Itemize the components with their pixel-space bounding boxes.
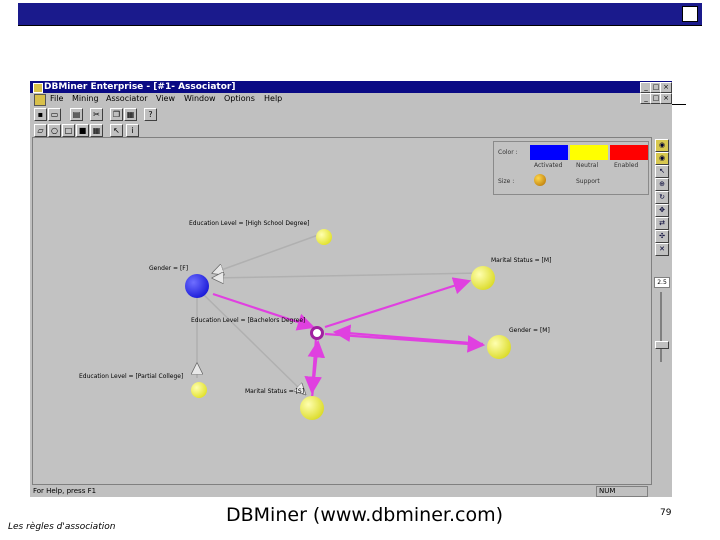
node-label-marital-status-m: Marital Status = [M] bbox=[491, 257, 552, 264]
node-gender-f[interactable] bbox=[185, 274, 209, 298]
dbminer-window: DBMiner Enterprise - [#1- Associator] _ … bbox=[30, 81, 672, 497]
node-label-education-partial-college: Education Level = [Partial College] bbox=[79, 373, 184, 380]
close-button[interactable]: × bbox=[660, 82, 672, 93]
zoom-slider-thumb[interactable] bbox=[655, 341, 669, 349]
zoom-level: 2.5 bbox=[654, 277, 670, 288]
window-titlebar: DBMiner Enterprise - [#1- Associator] _ … bbox=[30, 81, 672, 93]
node-label-education-high-school: Education Level = [High School Degree] bbox=[189, 220, 310, 227]
help-icon[interactable]: ? bbox=[144, 108, 157, 121]
menu-window[interactable]: Window bbox=[184, 93, 216, 105]
node-education-bachelors[interactable] bbox=[310, 326, 324, 340]
rotate-icon[interactable]: ↻ bbox=[655, 191, 669, 204]
slide-divider bbox=[18, 25, 702, 26]
slide-title-bar bbox=[18, 3, 702, 25]
right-toolbar: ◉ ◉ ↖ ⊕ ↻ ✥ ⇄ ✣ ✕ 2.5 bbox=[652, 137, 670, 483]
node-marital-status-s[interactable] bbox=[300, 396, 324, 420]
doc-close-button[interactable]: × bbox=[660, 93, 672, 104]
node-gender-m[interactable] bbox=[487, 335, 511, 359]
menu-file[interactable]: File bbox=[50, 93, 63, 105]
grid-icon[interactable]: ▦ bbox=[90, 124, 103, 137]
node-education-partial-college[interactable] bbox=[191, 382, 207, 398]
menu-options[interactable]: Options bbox=[224, 93, 255, 105]
graph-legend: Color : Activated Neutral Enabled Size :… bbox=[493, 141, 649, 195]
legend-size-label: Size : bbox=[498, 178, 515, 185]
num-lock-indicator: NUM bbox=[596, 486, 648, 497]
context-help-icon[interactable]: ↖ bbox=[110, 124, 123, 137]
slide-footer-left: Les règles d'association bbox=[8, 522, 116, 532]
status-bar: For Help, press F1 NUM bbox=[30, 485, 672, 497]
print-icon[interactable]: ▭ bbox=[48, 108, 61, 121]
slide-corner-box bbox=[682, 6, 698, 22]
legend-neutral-swatch bbox=[570, 145, 608, 160]
zoom-in-icon[interactable]: ⊕ bbox=[655, 178, 669, 191]
legend-activated-swatch bbox=[530, 145, 568, 160]
node-label-marital-status-s: Marital Status = [S] bbox=[245, 388, 305, 395]
slide-side-line bbox=[672, 104, 686, 105]
association-graph-canvas[interactable]: Color : Activated Neutral Enabled Size :… bbox=[32, 137, 652, 485]
node-marital-status-m[interactable] bbox=[471, 266, 495, 290]
color-icon[interactable]: ■ bbox=[76, 124, 89, 137]
menu-mining[interactable]: Mining bbox=[72, 93, 99, 105]
info-icon[interactable]: i bbox=[126, 124, 139, 137]
menu-bar: File Mining Associator View Window Optio… bbox=[30, 93, 672, 106]
main-toolbar: ▪ ▭ ▤ ✂ ❐ ▦ ? bbox=[30, 107, 672, 121]
node-education-high-school[interactable] bbox=[316, 229, 332, 245]
node-label-gender-m: Gender = [M] bbox=[509, 327, 550, 334]
cut-icon[interactable]: ✂ bbox=[90, 108, 103, 121]
refresh-icon[interactable]: ○ bbox=[48, 124, 61, 137]
pointer-tool-icon[interactable]: ↖ bbox=[655, 165, 669, 178]
arrange-icon[interactable]: ⇄ bbox=[655, 217, 669, 230]
move-icon[interactable]: ✥ bbox=[655, 204, 669, 217]
window-title: DBMiner Enterprise - [#1- Associator] bbox=[44, 82, 236, 92]
edge-tool-icon[interactable]: ◉ bbox=[655, 152, 669, 165]
frame-icon[interactable]: □ bbox=[62, 124, 75, 137]
node-label-gender-f: Gender = [F] bbox=[149, 265, 189, 272]
save-icon[interactable]: ▪ bbox=[34, 108, 47, 121]
legend-support-label: Support bbox=[576, 178, 600, 185]
copy-icon[interactable]: ❐ bbox=[110, 108, 123, 121]
menu-help[interactable]: Help bbox=[264, 93, 282, 105]
slide-caption: DBMiner (www.dbminer.com) bbox=[226, 504, 503, 526]
document-icon[interactable] bbox=[34, 94, 46, 106]
expand-icon[interactable]: ✣ bbox=[655, 230, 669, 243]
legend-enabled-swatch bbox=[610, 145, 648, 160]
zoom-slider-track[interactable] bbox=[660, 292, 662, 362]
open-icon[interactable]: ▱ bbox=[34, 124, 47, 137]
slide-page-number: 79 bbox=[660, 508, 672, 518]
legend-size-ball bbox=[534, 174, 546, 186]
legend-enabled-label: Enabled bbox=[614, 162, 639, 169]
status-help-text: For Help, press F1 bbox=[33, 487, 97, 495]
app-icon bbox=[33, 83, 43, 93]
legend-color-label: Color : bbox=[498, 149, 518, 156]
node-tool-icon[interactable]: ◉ bbox=[655, 139, 669, 152]
collapse-icon[interactable]: ✕ bbox=[655, 243, 669, 256]
table-icon[interactable]: ▤ bbox=[70, 108, 83, 121]
paste-icon[interactable]: ▦ bbox=[124, 108, 137, 121]
secondary-toolbar: ▱ ○ □ ■ ▦ ↖ i bbox=[30, 123, 672, 137]
legend-neutral-label: Neutral bbox=[576, 162, 599, 169]
menu-associator[interactable]: Associator bbox=[106, 93, 148, 105]
node-label-education-bachelors: Education Level = [Bachelors Degree] bbox=[191, 317, 306, 324]
legend-activated-label: Activated bbox=[534, 162, 563, 169]
menu-view[interactable]: View bbox=[156, 93, 175, 105]
